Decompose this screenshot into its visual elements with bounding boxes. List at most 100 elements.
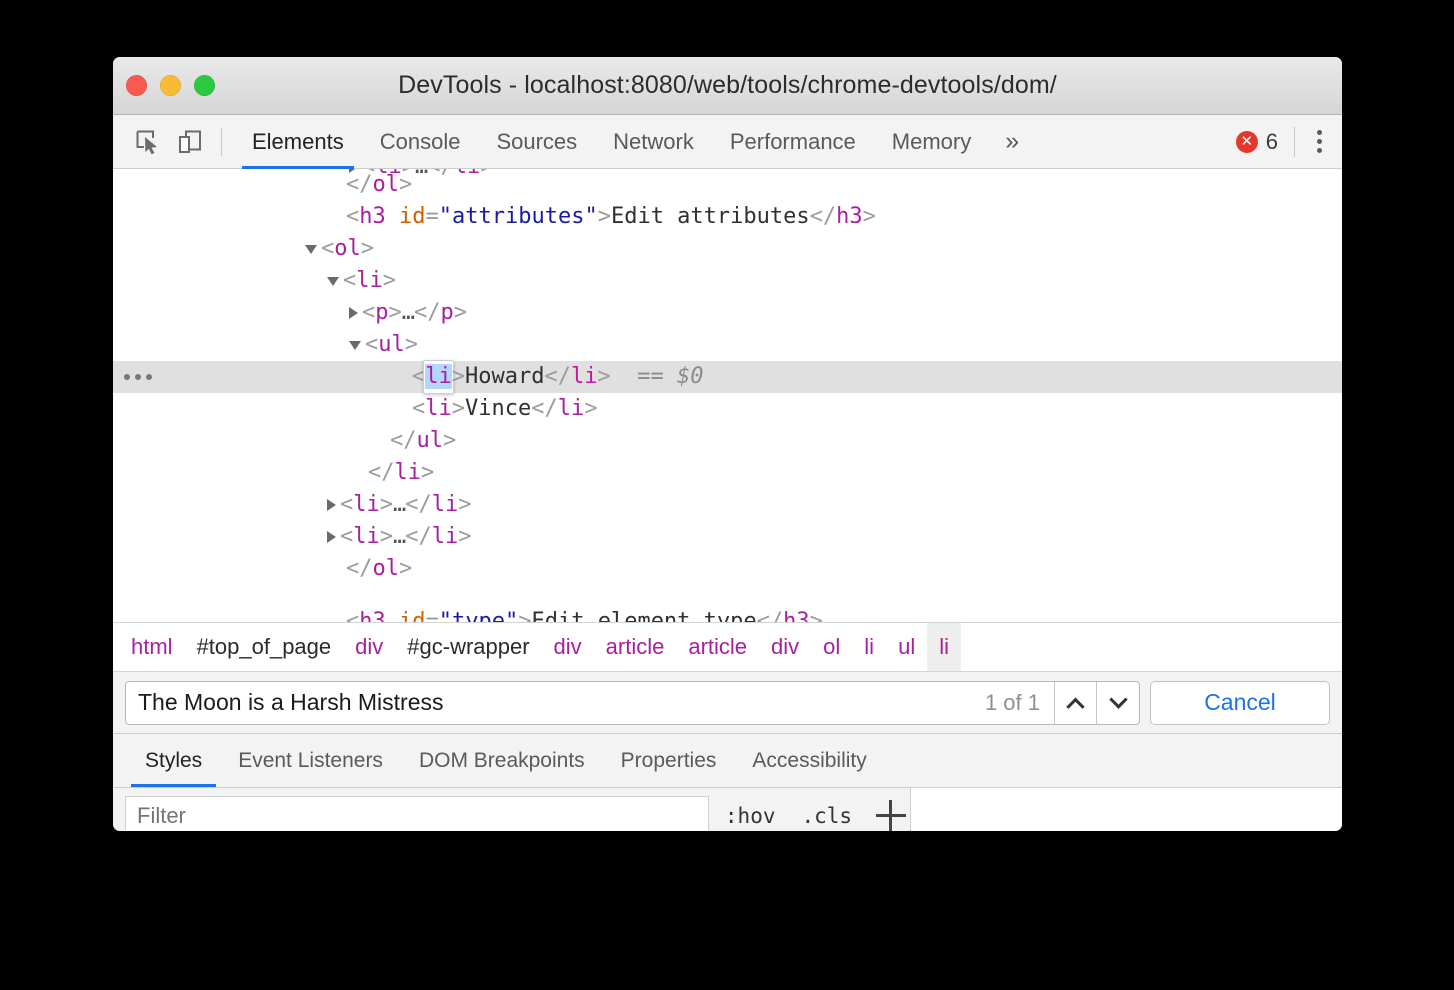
dom-node-row[interactable]: <li> bbox=[113, 265, 1342, 297]
breadcrumb-item-label: #gc-wrapper bbox=[407, 634, 529, 660]
cancel-label: Cancel bbox=[1204, 689, 1276, 716]
search-input[interactable]: The Moon is a Harsh Mistress 1 of 1 bbox=[125, 681, 1140, 725]
hov-toggle-button[interactable]: :hov bbox=[715, 804, 786, 828]
breadcrumb: html #top_of_page div #gc-wrapper div article… bbox=[113, 622, 1342, 672]
minimize-window-button[interactable] bbox=[160, 75, 181, 96]
breadcrumb-item-div[interactable]: div bbox=[759, 623, 811, 671]
dom-node-row[interactable]: </ol> bbox=[113, 553, 1342, 585]
search-cancel-button[interactable]: Cancel bbox=[1150, 681, 1330, 725]
breadcrumb-item-topofpage[interactable]: #top_of_page bbox=[185, 623, 344, 671]
twisty-expanded-icon[interactable] bbox=[327, 277, 339, 286]
breadcrumb-item-li[interactable]: li bbox=[852, 623, 886, 671]
breadcrumb-item-label: div bbox=[554, 634, 582, 660]
breadcrumb-item-label: #top_of_page bbox=[197, 634, 332, 660]
sidebar-tab-dom-breakpoints[interactable]: DOM Breakpoints bbox=[401, 734, 603, 787]
sidebar-tab-event-listeners[interactable]: Event Listeners bbox=[220, 734, 401, 787]
breadcrumb-item-label: div bbox=[771, 634, 799, 660]
search-prev-button[interactable] bbox=[1055, 682, 1097, 724]
device-toolbar-icon[interactable] bbox=[169, 122, 211, 162]
styles-filter-input[interactable]: Filter bbox=[125, 796, 709, 831]
twisty-expanded-icon[interactable] bbox=[305, 245, 317, 254]
more-tabs-label: » bbox=[1005, 129, 1019, 154]
breadcrumb-item-li[interactable]: li bbox=[927, 623, 961, 671]
more-tabs-icon[interactable]: » bbox=[989, 115, 1035, 169]
search-match-count: 1 of 1 bbox=[971, 690, 1054, 716]
node-markup: <li>Howard</li> == $0 bbox=[412, 360, 703, 394]
dom-node-row[interactable]: <li>…</li> bbox=[113, 489, 1342, 521]
sidebar-tab-accessibility[interactable]: Accessibility bbox=[734, 734, 884, 787]
maximize-window-button[interactable] bbox=[194, 75, 215, 96]
dom-node-row[interactable]: <li>…</li> bbox=[113, 521, 1342, 553]
sidebar-tab-label: Styles bbox=[145, 749, 202, 773]
styles-pane-left: Filter :hov .cls bbox=[113, 788, 911, 831]
search-nav-buttons bbox=[1054, 682, 1139, 724]
twisty-collapsed-icon[interactable] bbox=[327, 531, 336, 543]
sidebar-tab-label: Properties bbox=[621, 749, 717, 773]
breadcrumb-item-html[interactable]: html bbox=[119, 623, 185, 671]
chevron-down-icon bbox=[1109, 690, 1127, 708]
dom-node-row[interactable]: <p>…</p> bbox=[113, 297, 1342, 329]
close-window-button[interactable] bbox=[126, 75, 147, 96]
breadcrumb-item-label: li bbox=[939, 634, 949, 660]
breadcrumb-item-label: li bbox=[864, 634, 874, 660]
tab-label: Console bbox=[380, 129, 461, 155]
dom-node-row[interactable]: <ol> bbox=[113, 233, 1342, 265]
tab-network[interactable]: Network bbox=[595, 115, 712, 169]
dom-tree-panel[interactable]: <li>…</li></ol><h3 id="attributes">Edit … bbox=[113, 169, 1342, 622]
chevron-up-icon bbox=[1066, 698, 1084, 716]
tab-memory[interactable]: Memory bbox=[874, 115, 989, 169]
node-markup: <h3 id="type">Edit element type</h3> bbox=[346, 606, 823, 622]
breadcrumb-item-div[interactable]: div bbox=[343, 623, 395, 671]
breadcrumb-item-gc-wrapper[interactable]: #gc-wrapper bbox=[395, 623, 541, 671]
window-title: DevTools - localhost:8080/web/tools/chro… bbox=[113, 71, 1342, 100]
breadcrumb-item-article[interactable]: article bbox=[676, 623, 759, 671]
breadcrumb-item-label: article bbox=[688, 634, 747, 660]
twisty-expanded-icon[interactable] bbox=[349, 341, 361, 350]
node-markup: </ol> bbox=[346, 169, 412, 201]
toolbar-divider-right bbox=[1294, 127, 1295, 157]
error-badge[interactable]: ✕ 6 bbox=[1236, 129, 1278, 155]
node-markup: <h3 id="attributes">Edit attributes</h3> bbox=[346, 201, 876, 233]
dom-node-row[interactable]: </ol> bbox=[113, 169, 1342, 201]
node-overflow-dots-icon[interactable] bbox=[124, 361, 152, 393]
dom-node-row-selected[interactable]: <li>Howard</li> == $0 bbox=[113, 361, 1342, 393]
dom-node-row[interactable]: <h3 id="type">Edit element type</h3> bbox=[113, 606, 1342, 622]
traffic-lights bbox=[126, 75, 215, 96]
breadcrumb-item-label: article bbox=[606, 634, 665, 660]
kebab-menu-icon[interactable] bbox=[1307, 124, 1332, 159]
styles-filter-placeholder: Filter bbox=[137, 803, 186, 829]
plus-icon[interactable] bbox=[876, 799, 910, 831]
tab-elements[interactable]: Elements bbox=[234, 115, 362, 169]
search-next-button[interactable] bbox=[1097, 682, 1139, 724]
tab-console[interactable]: Console bbox=[362, 115, 479, 169]
twisty-collapsed-icon[interactable] bbox=[327, 499, 336, 511]
tab-label: Performance bbox=[730, 129, 856, 155]
node-markup: <li>Vince</li> bbox=[412, 393, 597, 425]
sidebar-tab-styles[interactable]: Styles bbox=[127, 734, 220, 787]
breadcrumb-item-div[interactable]: div bbox=[542, 623, 594, 671]
tab-sources[interactable]: Sources bbox=[478, 115, 595, 169]
dom-node-row[interactable]: <ul> bbox=[113, 329, 1342, 361]
error-circle-icon: ✕ bbox=[1236, 131, 1258, 153]
dom-node-row[interactable]: </li> bbox=[113, 457, 1342, 489]
twisty-collapsed-icon[interactable] bbox=[349, 307, 358, 319]
tab-label: Network bbox=[613, 129, 694, 155]
breadcrumb-item-article[interactable]: article bbox=[594, 623, 677, 671]
tab-label: Memory bbox=[892, 129, 971, 155]
sidebar-tab-properties[interactable]: Properties bbox=[603, 734, 735, 787]
inspect-element-icon[interactable] bbox=[127, 122, 169, 162]
sidebar-tab-label: Event Listeners bbox=[238, 749, 383, 773]
cls-toggle-button[interactable]: .cls bbox=[791, 804, 862, 828]
breadcrumb-item-label: html bbox=[131, 634, 173, 660]
node-markup: <ul> bbox=[365, 329, 418, 361]
sidebar-tab-label: Accessibility bbox=[752, 749, 866, 773]
node-markup: <li> bbox=[343, 265, 396, 297]
breadcrumb-item-ul[interactable]: ul bbox=[886, 623, 927, 671]
dom-node-row[interactable]: </ul> bbox=[113, 425, 1342, 457]
dom-node-row[interactable]: <h3 id="attributes">Edit attributes</h3> bbox=[113, 201, 1342, 233]
search-input-value: The Moon is a Harsh Mistress bbox=[138, 689, 971, 716]
breadcrumb-item-ol[interactable]: ol bbox=[811, 623, 852, 671]
tab-performance[interactable]: Performance bbox=[712, 115, 874, 169]
dom-node-row[interactable]: <li>Vince</li> bbox=[113, 393, 1342, 425]
node-markup: <ol> bbox=[321, 233, 374, 265]
